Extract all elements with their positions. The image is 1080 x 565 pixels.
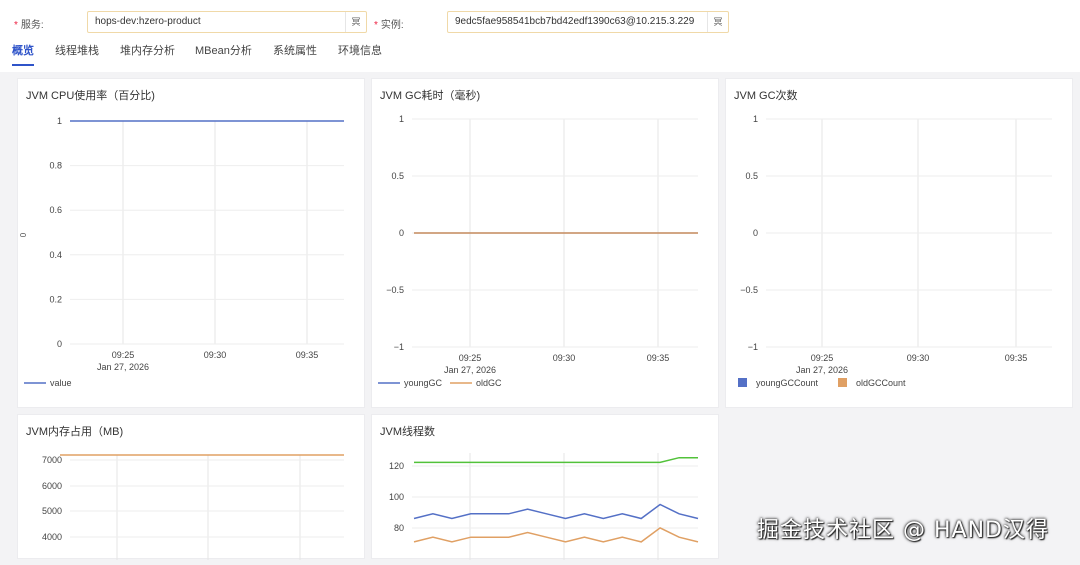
memory-chart-card: JVM内存占用（MB) 7000 6000 5000 4000 (17, 414, 365, 560)
x-tick-label: 09:35 (647, 353, 670, 363)
gc-count-chart-card: JVM GC次数 1 0.5 0 −0.5 −1 09:25 09:30 09:35 Jan 2… (725, 78, 1073, 408)
y-tick-label: 100 (389, 492, 404, 502)
cpu-chart-title: JVM CPU使用率（百分比) (26, 90, 155, 102)
legend-label: oldGCCount (856, 378, 906, 388)
tab-bar: 概览 线程堆栈 堆内存分析 MBean分析 系统属性 环境信息 (0, 44, 1080, 68)
tab-thread-stack[interactable]: 线程堆栈 (55, 44, 99, 66)
y-tick-label: 120 (389, 461, 404, 471)
gc-time-chart-title: JVM GC耗时（毫秒) (380, 90, 481, 102)
legend-swatch (838, 378, 847, 387)
watermark: 掘金技术社区 @ HAND汉得 (757, 518, 1049, 543)
tab-mbean-analysis[interactable]: MBean分析 (195, 44, 252, 66)
gc-count-chart-title: JVM GC次数 (734, 90, 798, 102)
x-tick-label: 09:25 (811, 353, 834, 363)
legend-label: oldGC (476, 378, 502, 388)
instance-label: * 实例: (374, 20, 404, 31)
service-select[interactable]: hops-dev:hzero-product 冥 (87, 11, 367, 33)
y-tick-label: 1 (399, 114, 404, 124)
threads-chart-title: JVM线程数 (380, 426, 435, 438)
x-tick-label: 09:30 (907, 353, 930, 363)
instance-select[interactable]: 9edc5fae958541bcb7bd42edf1390c63@10.215.… (447, 11, 729, 33)
y-tick-label: 0.8 (49, 161, 62, 171)
instance-value: 9edc5fae958541bcb7bd42edf1390c63@10.215.… (455, 16, 695, 27)
tab-heap-analysis[interactable]: 堆内存分析 (120, 44, 175, 66)
y-tick-label: 5000 (42, 506, 62, 516)
tab-environment-info[interactable]: 环境信息 (338, 44, 382, 66)
y-tick-label: −1 (748, 342, 758, 352)
y-tick-label: 1 (57, 116, 62, 126)
y-tick-label: 80 (394, 523, 404, 533)
y-tick-label: −0.5 (740, 285, 758, 295)
series-line (413, 503, 699, 520)
y-tick-label: 0.6 (49, 205, 62, 215)
y-tick-label: 0.4 (49, 250, 62, 260)
service-value: hops-dev:hzero-product (95, 16, 201, 27)
x-tick-label: 09:25 (112, 350, 135, 360)
x-tick-label: 09:30 (204, 350, 227, 360)
gc-count-chart: 1 0.5 0 −0.5 −1 09:25 09:30 09:35 Jan 27, 2026 yo… (738, 114, 1052, 388)
x-tick-label: 09:30 (553, 353, 576, 363)
y-tick-label: 0 (57, 339, 62, 349)
legend-label: value (50, 378, 72, 388)
service-picker-icon[interactable]: 冥 (345, 12, 366, 32)
series-line (413, 527, 699, 543)
y-tick-label: −0.5 (386, 285, 404, 295)
y-tick-label: 0.5 (391, 171, 404, 181)
gc-time-chart-card: JVM GC耗时（毫秒) 1 0.5 0 −0.5 −1 09:25 09:30 09:35 J… (371, 78, 719, 408)
cpu-chart: 1 0.8 0.6 0.4 0.2 0 0 09:25 09:30 09:35 Jan 27, 20… (19, 116, 344, 388)
y-tick-label: −1 (394, 342, 404, 352)
gc-time-chart: 1 0.5 0 −0.5 −1 09:25 09:30 09:35 Jan 27, 2026yo… (378, 114, 698, 388)
y-tick-label: 0 (399, 228, 404, 238)
legend-label: youngGCCount (756, 378, 819, 388)
instance-picker-icon[interactable]: 冥 (707, 12, 728, 32)
x-tick-label: 09:25 (459, 353, 482, 363)
y-tick-label: 6000 (42, 481, 62, 491)
y-tick-label: 0.5 (745, 171, 758, 181)
x-date-label: Jan 27, 2026 (444, 365, 496, 375)
x-tick-label: 09:35 (1005, 353, 1028, 363)
x-date-label: Jan 27, 2026 (796, 365, 848, 375)
memory-chart-title: JVM内存占用（MB) (26, 426, 124, 438)
tab-system-properties[interactable]: 系统属性 (273, 44, 317, 66)
legend-label: youngGC (404, 378, 443, 388)
filter-bar: * 服务: hops-dev:hzero-product 冥 * 实例: 9edc5… (0, 0, 1080, 72)
y-tick-label: 1 (753, 114, 758, 124)
x-date-label: Jan 27, 2026 (97, 362, 149, 372)
y-tick-label: 0.2 (49, 294, 62, 304)
y-axis-label: 0 (19, 232, 28, 237)
threads-chart-card: JVM线程数 120 100 80 (371, 414, 719, 560)
y-tick-label: 7000 (42, 455, 62, 465)
y-tick-label: 4000 (42, 532, 62, 542)
x-tick-label: 09:35 (296, 350, 319, 360)
tab-overview[interactable]: 概览 (12, 44, 34, 66)
cpu-chart-card: JVM CPU使用率（百分比) 1 0.8 0.6 0.4 0.2 0 0 09:25 09:3… (17, 78, 365, 408)
legend-swatch (738, 378, 747, 387)
y-tick-label: 0 (753, 228, 758, 238)
service-label: * 服务: (14, 20, 44, 31)
series-line (414, 456, 698, 464)
